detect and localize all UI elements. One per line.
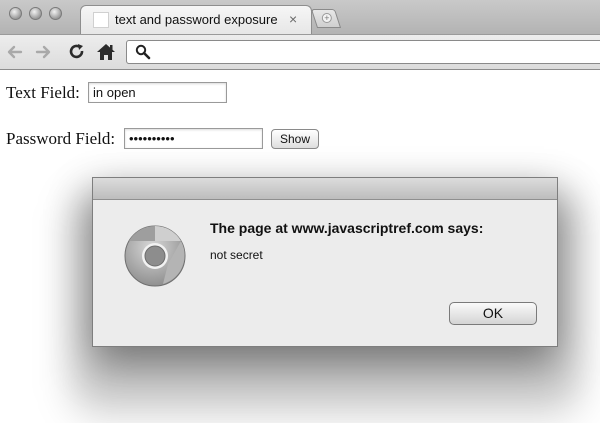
browser-tab[interactable]: text and password exposure ×	[80, 5, 312, 35]
forward-arrow-icon[interactable]	[34, 43, 52, 61]
text-field-input[interactable]: in open	[88, 82, 227, 103]
tab-close-icon[interactable]: ×	[289, 10, 297, 28]
title-bar: text and password exposure × +	[0, 0, 600, 35]
back-arrow-icon[interactable]	[6, 43, 24, 61]
dialog-message: not secret	[210, 248, 263, 262]
reload-icon[interactable]	[68, 43, 86, 61]
browser-window: text and password exposure × + Text Fiel…	[0, 0, 600, 423]
chrome-logo-icon	[124, 225, 186, 287]
new-tab-button[interactable]: +	[310, 9, 342, 28]
password-field-label: Password Field:	[6, 129, 116, 148]
dialog-title-bar[interactable]	[93, 178, 557, 200]
close-window-button[interactable]	[9, 7, 22, 20]
browser-toolbar	[0, 34, 600, 70]
address-bar[interactable]	[126, 40, 600, 64]
home-icon[interactable]	[96, 43, 116, 61]
minimize-window-button[interactable]	[29, 7, 42, 20]
zoom-window-button[interactable]	[49, 7, 62, 20]
plus-icon: +	[321, 13, 332, 23]
text-field-label: Text Field:	[6, 83, 80, 102]
ok-button[interactable]: OK	[449, 302, 537, 325]
search-icon	[135, 44, 151, 60]
alert-dialog: The page at www.javascriptref.com says: …	[92, 177, 558, 347]
password-field-input[interactable]: ••••••••••	[124, 128, 263, 149]
page-favicon-icon	[93, 12, 109, 28]
dialog-heading: The page at www.javascriptref.com says:	[210, 220, 484, 236]
show-password-button[interactable]: Show	[271, 129, 319, 149]
tab-title: text and password exposure	[115, 12, 278, 27]
